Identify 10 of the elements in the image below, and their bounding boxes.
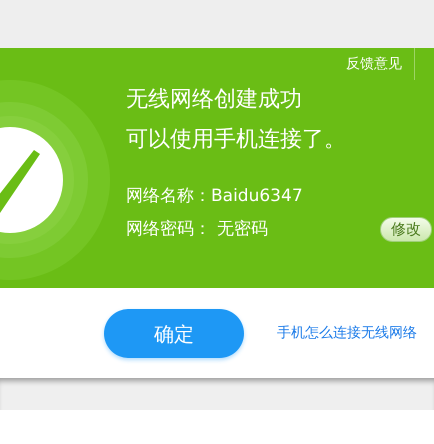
edit-button[interactable]: 修改 [380,217,432,242]
title-text: 可以使用手机连接了。 [126,126,347,154]
field-value: Baidu6347 [211,186,303,206]
title-text: 无线网络创建成功 [126,86,303,114]
feedback-link[interactable]: 反馈意见 [346,54,402,74]
help-link[interactable]: 手机怎么连接无线网络 [277,323,417,344]
field-label: 网络密码： [126,219,211,239]
field-label: 网络名称： [126,186,211,206]
ok-button[interactable]: 确定 [104,309,244,358]
field-value: 无密码 [217,219,268,239]
